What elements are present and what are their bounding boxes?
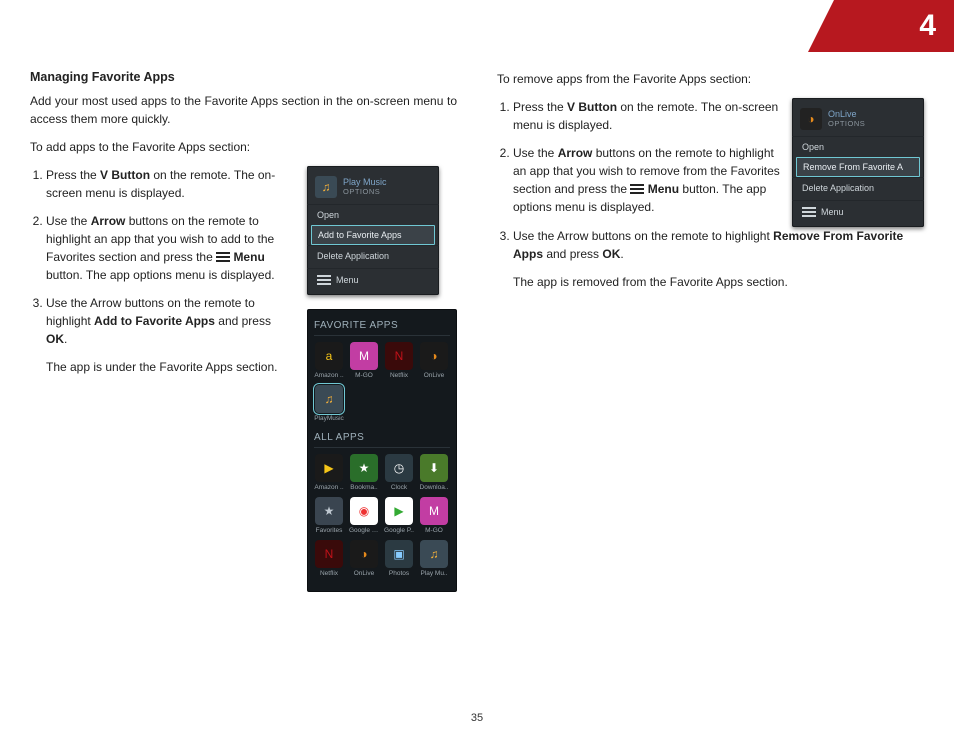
page-content: Managing Favorite Apps Add your most use… bbox=[30, 70, 924, 592]
app-tile[interactable]: ◑ OnLive bbox=[419, 342, 449, 379]
app-tile[interactable]: ♫ Play Mu.. bbox=[419, 540, 449, 577]
app-label: OnLive bbox=[349, 570, 379, 577]
options-menu-remove-title: OnLive OPTIONS bbox=[828, 110, 865, 128]
remove-steps-list: Press the V Button on the remote. The on… bbox=[513, 98, 780, 216]
clock-icon: ◷ bbox=[385, 454, 413, 482]
app-label: Amazon .. bbox=[314, 484, 344, 491]
app-label: Downloa.. bbox=[419, 484, 449, 491]
app-tile[interactable]: a Amazon .. bbox=[314, 342, 344, 379]
options-menu-remove-from-favorites[interactable]: Remove From Favorite A bbox=[796, 157, 920, 177]
app-label: Bookma.. bbox=[349, 484, 379, 491]
all-apps-row-1: ▶ Amazon .. ★ Bookma.. ◷ Clock ⬇ Downloa.. bbox=[314, 454, 450, 491]
netflix-icon: N bbox=[385, 342, 413, 370]
remove-lead-in: To remove apps from the Favorite Apps se… bbox=[497, 70, 924, 88]
all-apps-label: ALL APPS bbox=[314, 428, 450, 448]
mgo-icon: M bbox=[350, 342, 378, 370]
app-tile[interactable]: ▣ Photos bbox=[384, 540, 414, 577]
app-tile[interactable]: ▶ Google P.. bbox=[384, 497, 414, 534]
app-label: M-GO bbox=[419, 527, 449, 534]
onlive-icon: ◑ bbox=[800, 108, 822, 130]
favorite-apps-row-1: a Amazon .. M M-GO N Netflix ◑ OnLive bbox=[314, 342, 450, 379]
add-lead-in: To add apps to the Favorite Apps section… bbox=[30, 138, 457, 156]
app-label: M-GO bbox=[349, 372, 379, 379]
menu-icon bbox=[216, 252, 230, 262]
playmusic-icon: ♫ bbox=[420, 540, 448, 568]
options-menu-footer[interactable]: Menu bbox=[792, 200, 924, 219]
app-label: OnLive bbox=[419, 372, 449, 379]
options-menu-remove: ◑ OnLive OPTIONS Open Remove From Favori… bbox=[792, 98, 924, 227]
all-apps-row-3: N Netflix ◑ OnLive ▣ Photos ♫ Play Mu.. bbox=[314, 540, 450, 577]
favorite-apps-screen: FAVORITE APPS a Amazon .. M M-GO N Netflix ◑ On… bbox=[307, 309, 457, 592]
options-menu-add-to-favorites[interactable]: Add to Favorite Apps bbox=[311, 225, 435, 245]
app-tile[interactable]: ▶ Amazon .. bbox=[314, 454, 344, 491]
onlive-icon: ◑ bbox=[420, 342, 448, 370]
app-label: Clock bbox=[384, 484, 414, 491]
app-label: Favorites bbox=[314, 527, 344, 534]
netflix-icon: N bbox=[315, 540, 343, 568]
managing-favorite-apps-heading: Managing Favorite Apps bbox=[30, 70, 457, 84]
app-tile[interactable]: M M-GO bbox=[349, 342, 379, 379]
app-tile[interactable]: ⬇ Downloa.. bbox=[419, 454, 449, 491]
menu-icon bbox=[630, 184, 644, 194]
playmusic-icon: ♫ bbox=[315, 385, 343, 413]
add-step-1: Press the V Button on the remote. The on… bbox=[46, 166, 295, 202]
app-label: Netflix bbox=[384, 372, 414, 379]
app-label: PlayMusic bbox=[314, 415, 344, 422]
app-tile[interactable]: N Netflix bbox=[314, 540, 344, 577]
app-tile[interactable]: ♫ PlayMusic bbox=[314, 385, 344, 422]
chapter-number: 4 bbox=[919, 9, 936, 43]
play-icon: ▶ bbox=[385, 497, 413, 525]
favorites-icon: ★ bbox=[315, 497, 343, 525]
options-menu-delete[interactable]: Delete Application bbox=[307, 245, 439, 266]
add-result: The app is under the Favorite Apps secti… bbox=[46, 358, 295, 376]
remove-step-3: Use the Arrow buttons on the remote to h… bbox=[513, 227, 924, 291]
app-tile[interactable]: ◷ Clock bbox=[384, 454, 414, 491]
remove-steps-list-cont: Use the Arrow buttons on the remote to h… bbox=[513, 227, 924, 291]
right-column: To remove apps from the Favorite Apps se… bbox=[497, 70, 924, 592]
remove-result: The app is removed from the Favorite App… bbox=[513, 273, 924, 291]
onlive-icon: ◑ bbox=[350, 540, 378, 568]
options-menu-add: ♫ Play Music OPTIONS Open Add to Favorit… bbox=[307, 166, 439, 295]
app-tile[interactable]: ★ Favorites bbox=[314, 497, 344, 534]
download-icon: ⬇ bbox=[420, 454, 448, 482]
options-menu-delete[interactable]: Delete Application bbox=[792, 177, 924, 198]
playmusic-icon: ♫ bbox=[315, 176, 337, 198]
favorite-apps-label: FAVORITE APPS bbox=[314, 316, 450, 336]
add-step-2: Use the Arrow buttons on the remote to h… bbox=[46, 212, 295, 284]
menu-icon bbox=[802, 207, 816, 217]
bookmark-icon: ★ bbox=[350, 454, 378, 482]
options-menu-add-title: Play Music OPTIONS bbox=[343, 178, 387, 196]
photos-icon: ▣ bbox=[385, 540, 413, 568]
remove-step-1: Press the V Button on the remote. The on… bbox=[513, 98, 780, 134]
amazon-icon: a bbox=[315, 342, 343, 370]
app-label: Amazon .. bbox=[314, 372, 344, 379]
app-label: Google C.. bbox=[349, 527, 379, 534]
add-step-3: Use the Arrow buttons on the remote to h… bbox=[46, 294, 295, 376]
app-label: Netflix bbox=[314, 570, 344, 577]
app-tile[interactable]: ◉ Google C.. bbox=[349, 497, 379, 534]
page-number: 35 bbox=[0, 712, 954, 724]
app-label: Photos bbox=[384, 570, 414, 577]
options-menu-footer[interactable]: Menu bbox=[307, 268, 439, 287]
mgo-icon: M bbox=[420, 497, 448, 525]
remove-step-2: Use the Arrow buttons on the remote to h… bbox=[513, 144, 780, 216]
options-menu-open[interactable]: Open bbox=[307, 204, 439, 225]
options-menu-open[interactable]: Open bbox=[792, 136, 924, 157]
chapter-tab: 4 bbox=[834, 0, 954, 52]
left-column: Managing Favorite Apps Add your most use… bbox=[30, 70, 457, 592]
app-tile[interactable]: ★ Bookma.. bbox=[349, 454, 379, 491]
all-apps-row-2: ★ Favorites ◉ Google C.. ▶ Google P.. M M-GO bbox=[314, 497, 450, 534]
favorite-apps-row-2: ♫ PlayMusic bbox=[314, 385, 450, 422]
app-tile[interactable]: M M-GO bbox=[419, 497, 449, 534]
add-steps-list: Press the V Button on the remote. The on… bbox=[46, 166, 295, 376]
amazon-icon: ▶ bbox=[315, 454, 343, 482]
app-label: Play Mu.. bbox=[419, 570, 449, 577]
intro-text: Add your most used apps to the Favorite … bbox=[30, 92, 457, 128]
app-tile[interactable]: N Netflix bbox=[384, 342, 414, 379]
app-label: Google P.. bbox=[384, 527, 414, 534]
chrome-icon: ◉ bbox=[350, 497, 378, 525]
menu-icon bbox=[317, 275, 331, 285]
app-tile[interactable]: ◑ OnLive bbox=[349, 540, 379, 577]
